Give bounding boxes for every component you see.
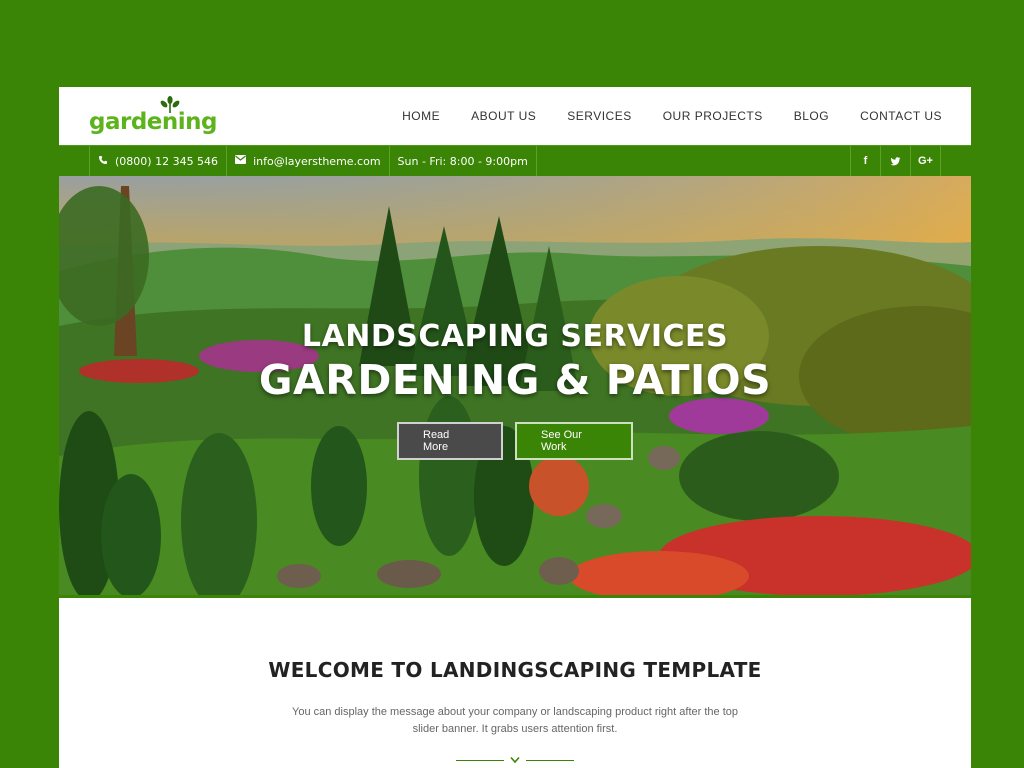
welcome-section: WELCOME TO LANDINGSCAPING TEMPLATE You c… xyxy=(59,598,971,764)
site-logo[interactable]: gardening xyxy=(89,96,218,136)
hero-title: GARDENING & PATIOS xyxy=(258,356,772,404)
google-plus-icon[interactable]: G+ xyxy=(910,146,941,176)
phone-icon xyxy=(98,155,108,168)
see-our-work-button[interactable]: See Our Work xyxy=(515,422,633,460)
nav-services[interactable]: SERVICES xyxy=(567,109,631,123)
facebook-icon[interactable]: f xyxy=(850,146,880,176)
info-bar: (0800) 12 345 546 info@layerstheme.com S… xyxy=(59,145,971,176)
opening-hours: Sun - Fri: 8:00 - 9:00pm xyxy=(388,146,537,176)
section-divider xyxy=(59,756,971,764)
email-info[interactable]: info@layerstheme.com xyxy=(226,146,388,176)
nav-our-projects[interactable]: OUR PROJECTS xyxy=(663,109,763,123)
hero-buttons: Read More See Our Work xyxy=(59,422,971,460)
social-links: f G+ xyxy=(850,146,941,176)
twitter-icon[interactable] xyxy=(880,146,910,176)
leaf-icon xyxy=(160,96,180,114)
hours-text: Sun - Fri: 8:00 - 9:00pm xyxy=(397,154,528,168)
email-address: info@layerstheme.com xyxy=(253,154,381,168)
phone-number: (0800) 12 345 546 xyxy=(115,154,219,168)
phone-info[interactable]: (0800) 12 345 546 xyxy=(89,146,226,176)
hero-subtitle: LANDSCAPING SERVICES xyxy=(301,319,729,354)
hero-bottom-border xyxy=(59,595,971,598)
hero-banner: LANDSCAPING SERVICES GARDENING & PATIOS … xyxy=(59,176,971,598)
divider-line xyxy=(526,759,574,761)
page-frame: gardening HOME ABOUT US SERVICES OUR PRO… xyxy=(59,87,971,768)
nav-about-us[interactable]: ABOUT US xyxy=(471,109,536,123)
nav-blog[interactable]: BLOG xyxy=(794,109,829,123)
site-header: gardening HOME ABOUT US SERVICES OUR PRO… xyxy=(59,87,971,145)
contact-info: (0800) 12 345 546 info@layerstheme.com S… xyxy=(89,146,537,176)
welcome-text: You can display the message about your c… xyxy=(292,706,738,735)
chevron-down-icon xyxy=(510,756,520,764)
envelope-icon xyxy=(235,155,247,167)
main-nav: HOME ABOUT US SERVICES OUR PROJECTS BLOG… xyxy=(371,109,942,123)
read-more-button[interactable]: Read More xyxy=(397,422,503,460)
welcome-heading: WELCOME TO LANDINGSCAPING TEMPLATE xyxy=(268,658,762,682)
nav-home[interactable]: HOME xyxy=(402,109,440,123)
nav-contact-us[interactable]: CONTACT US xyxy=(860,109,942,123)
divider-line xyxy=(456,759,504,761)
logo-text: gardening xyxy=(89,109,218,135)
